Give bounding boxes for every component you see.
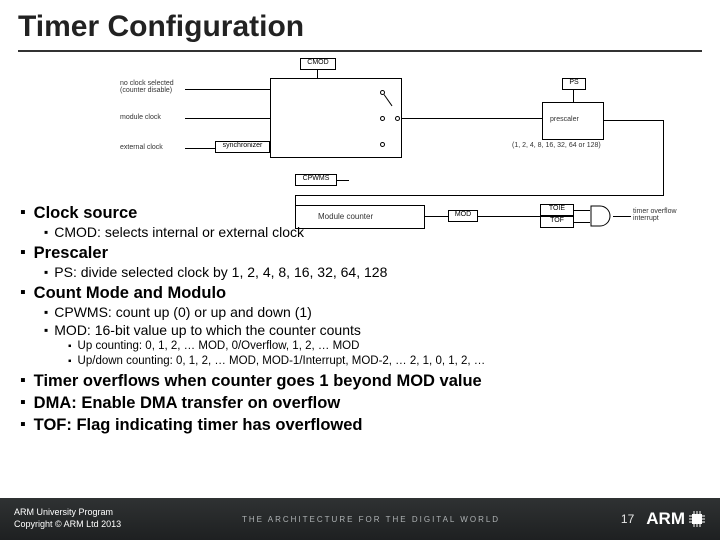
footer-tagline: THE ARCHITECTURE FOR THE DIGITAL WORLD (121, 515, 621, 524)
slide-footer: ARM University Program Copyright © ARM L… (0, 498, 720, 540)
list-item: ▪ PS: divide selected clock by 1, 2, 4, 8… (44, 263, 700, 281)
list-item: ▪Count Mode and Modulo ▪CPWMS: count up … (20, 283, 700, 369)
bullet-text: MOD: 16-bit value up to which the counte… (54, 321, 361, 339)
list-item: ▪ Up/down counting: 0, 1, 2, … MOD, MOD-1… (68, 354, 700, 369)
arm-chip-icon (688, 510, 706, 528)
list-item: ▪ Timer overflows when counter goes 1 bey… (20, 371, 700, 391)
bullet-text: DMA: Enable DMA transfer on overflow (34, 393, 341, 413)
diagram-synchronizer-box: synchronizer (215, 141, 270, 153)
bullet-text: PS: divide selected clock by 1, 2, 4, 8,… (54, 263, 387, 281)
list-item: ▪Clock source ▪CMOD: selects internal or… (20, 203, 700, 241)
bullet-text: Prescaler (34, 243, 108, 263)
diagram-line (573, 90, 574, 102)
list-item: ▪ TOF: Flag indicating timer has overflow… (20, 415, 700, 435)
diagram-cpwms-box: CPWMS (295, 174, 337, 186)
arm-logo: ARM (646, 509, 706, 529)
diagram-line (317, 70, 318, 78)
diagram-ps-box: PS (562, 78, 586, 90)
diagram-line (185, 89, 270, 90)
diagram-label-prescaler-opts: (1, 2, 4, 8, 16, 32, 64 or 128) (512, 142, 601, 149)
bullet-icon: ▪ (44, 321, 48, 339)
title-underline (18, 50, 702, 52)
bullet-text: Clock source (34, 203, 138, 223)
page-number: 17 (621, 512, 634, 526)
bullet-icon: ▪ (44, 223, 48, 241)
bullet-text: Count Mode and Modulo (34, 283, 226, 303)
diagram-line (185, 148, 215, 149)
bullet-icon: ▪ (20, 415, 26, 435)
list-item: ▪Prescaler ▪PS: divide selected clock by… (20, 243, 700, 281)
bullet-icon: ▪ (20, 283, 26, 303)
diagram-line (185, 118, 270, 119)
diagram-cmod-box: CMOD (300, 58, 336, 70)
bullet-text: Timer overflows when counter goes 1 beyo… (34, 371, 482, 391)
diagram-label-noclock: no clock selected (counter disable) (120, 80, 174, 94)
bullet-icon: ▪ (20, 371, 26, 391)
diagram-line (337, 180, 349, 181)
bullet-icon: ▪ (68, 339, 72, 354)
arm-logo-text: ARM (646, 509, 685, 529)
bullet-icon: ▪ (20, 243, 26, 263)
list-item: ▪ CPWMS: count up (0) or up and down (1) (44, 303, 700, 321)
bullet-text: Up/down counting: 0, 1, 2, … MOD, MOD-1/… (78, 354, 486, 369)
slide-title: Timer Configuration (0, 0, 720, 50)
diagram-label-moduleclock: module clock (120, 114, 161, 121)
diagram-node (395, 116, 400, 121)
bullet-icon: ▪ (44, 303, 48, 321)
diagram-label-prescaler: prescaler (550, 116, 579, 123)
diagram-line (402, 118, 542, 119)
list-item: ▪MOD: 16-bit value up to which the count… (44, 321, 700, 369)
list-item: ▪ Up counting: 0, 1, 2, … MOD, 0/Overflow… (68, 339, 700, 354)
footer-copyright: ARM University Program Copyright © ARM L… (14, 507, 121, 530)
bullet-icon: ▪ (20, 393, 26, 413)
bullet-list: ▪Clock source ▪CMOD: selects internal or… (20, 203, 700, 435)
bullet-text: CMOD: selects internal or external clock (54, 223, 304, 241)
footer-copyright-text: Copyright © ARM Ltd 2013 (14, 519, 121, 531)
bullet-icon: ▪ (20, 203, 26, 223)
diagram-line (663, 120, 664, 195)
diagram-line (295, 195, 664, 196)
diagram-node (380, 142, 385, 147)
diagram-label-externalclock: external clock (120, 144, 163, 151)
list-item: ▪ CMOD: selects internal or external cloc… (44, 223, 700, 241)
bullet-content: ▪Clock source ▪CMOD: selects internal or… (0, 203, 720, 435)
diagram-node (380, 116, 385, 121)
bullet-text: TOF: Flag indicating timer has overflowe… (34, 415, 363, 435)
diagram-line (604, 120, 664, 121)
bullet-icon: ▪ (68, 354, 72, 369)
bullet-text: CPWMS: count up (0) or up and down (1) (54, 303, 312, 321)
list-item: ▪ DMA: Enable DMA transfer on overflow (20, 393, 700, 413)
bullet-text: Up counting: 0, 1, 2, … MOD, 0/Overflow,… (78, 339, 360, 354)
bullet-icon: ▪ (44, 263, 48, 281)
footer-program: ARM University Program (14, 507, 121, 519)
